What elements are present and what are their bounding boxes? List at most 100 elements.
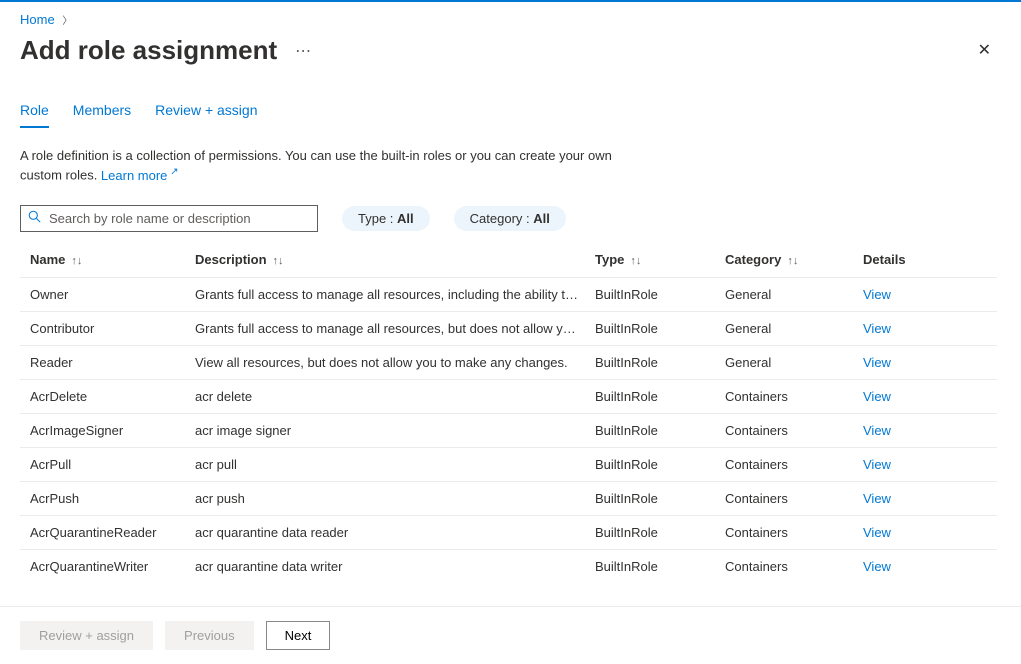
more-actions-icon[interactable]: ⋯ <box>295 41 312 61</box>
column-header-category-label: Category <box>725 252 781 267</box>
description-text: A role definition is a collection of per… <box>20 129 640 195</box>
view-link[interactable]: View <box>863 559 891 574</box>
table-row[interactable]: AcrImageSigneracr image signerBuiltInRol… <box>20 414 997 448</box>
search-box <box>20 205 318 232</box>
table-row[interactable]: AcrQuarantineWriteracr quarantine data w… <box>20 550 997 578</box>
tab-members[interactable]: Members <box>73 96 131 128</box>
cell-name: AcrImageSigner <box>30 423 195 438</box>
cell-description: acr quarantine data writer <box>195 559 595 574</box>
cell-name: Reader <box>30 355 195 370</box>
sort-icon: ↑↓ <box>787 255 798 267</box>
view-link[interactable]: View <box>863 321 891 336</box>
column-header-type[interactable]: Type ↑↓ <box>595 252 725 267</box>
cell-description: View all resources, but does not allow y… <box>195 355 595 370</box>
main-scroll-area[interactable]: Role Members Review + assign A role defi… <box>0 78 1021 578</box>
cell-name: AcrQuarantineReader <box>30 525 195 540</box>
page-header: Add role assignment ⋯ ✕ <box>0 31 1021 78</box>
cell-description: acr push <box>195 491 595 506</box>
view-link[interactable]: View <box>863 287 891 302</box>
view-link[interactable]: View <box>863 423 891 438</box>
breadcrumb-home[interactable]: Home <box>20 12 55 27</box>
sort-icon: ↑↓ <box>630 255 641 267</box>
cell-category: General <box>725 287 863 302</box>
cell-name: AcrQuarantineWriter <box>30 559 195 574</box>
table-row[interactable]: ReaderView all resources, but does not a… <box>20 346 997 380</box>
cell-category: General <box>725 355 863 370</box>
cell-name: Owner <box>30 287 195 302</box>
filter-row: Type : All Category : All <box>20 195 997 248</box>
table-row[interactable]: AcrDeleteacr deleteBuiltInRoleContainers… <box>20 380 997 414</box>
chevron-right-icon: 〉 <box>62 16 72 27</box>
column-header-name[interactable]: Name ↑↓ <box>30 252 195 267</box>
external-link-icon: ↗ <box>167 166 178 177</box>
cell-type: BuiltInRole <box>595 321 725 336</box>
sort-icon: ↑↓ <box>71 255 82 267</box>
view-link[interactable]: View <box>863 457 891 472</box>
cell-category: Containers <box>725 525 863 540</box>
tab-role[interactable]: Role <box>20 96 49 128</box>
view-link[interactable]: View <box>863 389 891 404</box>
filter-category-label: Category : <box>470 211 534 226</box>
view-link[interactable]: View <box>863 525 891 540</box>
cell-name: AcrDelete <box>30 389 195 404</box>
cell-type: BuiltInRole <box>595 423 725 438</box>
horizontal-scrollbar[interactable] <box>0 650 1021 664</box>
cell-category: General <box>725 321 863 336</box>
tab-bar: Role Members Review + assign <box>20 78 997 129</box>
table-row[interactable]: OwnerGrants full access to manage all re… <box>20 278 997 312</box>
table-row[interactable]: AcrPullacr pullBuiltInRoleContainersView <box>20 448 997 482</box>
view-link[interactable]: View <box>863 355 891 370</box>
filter-category-value: All <box>533 211 550 226</box>
cell-description: Grants full access to manage all resourc… <box>195 321 595 336</box>
cell-category: Containers <box>725 559 863 574</box>
tab-review-assign[interactable]: Review + assign <box>155 96 257 128</box>
column-header-details-label: Details <box>863 252 906 267</box>
cell-type: BuiltInRole <box>595 457 725 472</box>
cell-type: BuiltInRole <box>595 559 725 574</box>
cell-description: acr pull <box>195 457 595 472</box>
learn-more-link[interactable]: Learn more ↗ <box>101 168 179 183</box>
table-row[interactable]: ContributorGrants full access to manage … <box>20 312 997 346</box>
cell-type: BuiltInRole <box>595 525 725 540</box>
role-table: Name ↑↓ Description ↑↓ Type ↑↓ Category ↑↓ D… <box>20 248 997 578</box>
table-row[interactable]: AcrQuarantineReaderacr quarantine data r… <box>20 516 997 550</box>
cell-name: AcrPush <box>30 491 195 506</box>
cell-description: acr quarantine data reader <box>195 525 595 540</box>
breadcrumb: Home 〉 <box>0 2 1021 31</box>
sort-icon: ↑↓ <box>273 255 284 267</box>
next-button[interactable]: Next <box>266 621 331 650</box>
cell-description: acr delete <box>195 389 595 404</box>
column-header-type-label: Type <box>595 252 624 267</box>
cell-description: acr image signer <box>195 423 595 438</box>
column-header-description-label: Description <box>195 252 267 267</box>
filter-category-pill[interactable]: Category : All <box>454 206 566 231</box>
footer-bar: Review + assign Previous Next <box>0 606 1021 650</box>
page-title: Add role assignment <box>20 35 277 66</box>
column-header-details: Details <box>863 252 987 267</box>
filter-type-label: Type : <box>358 211 397 226</box>
learn-more-label: Learn more <box>101 168 167 183</box>
cell-category: Containers <box>725 423 863 438</box>
view-link[interactable]: View <box>863 491 891 506</box>
search-input[interactable] <box>20 205 318 232</box>
previous-button: Previous <box>165 621 254 650</box>
cell-category: Containers <box>725 491 863 506</box>
cell-type: BuiltInRole <box>595 389 725 404</box>
column-header-category[interactable]: Category ↑↓ <box>725 252 863 267</box>
cell-type: BuiltInRole <box>595 491 725 506</box>
close-icon[interactable]: ✕ <box>968 37 1001 65</box>
table-header-row: Name ↑↓ Description ↑↓ Type ↑↓ Category ↑↓ D… <box>20 248 997 278</box>
column-header-name-label: Name <box>30 252 65 267</box>
cell-type: BuiltInRole <box>595 355 725 370</box>
cell-name: Contributor <box>30 321 195 336</box>
filter-type-value: All <box>397 211 414 226</box>
filter-type-pill[interactable]: Type : All <box>342 206 430 231</box>
table-row[interactable]: AcrPushacr pushBuiltInRoleContainersView <box>20 482 997 516</box>
cell-category: Containers <box>725 457 863 472</box>
table-body: OwnerGrants full access to manage all re… <box>20 278 997 578</box>
cell-type: BuiltInRole <box>595 287 725 302</box>
cell-name: AcrPull <box>30 457 195 472</box>
column-header-description[interactable]: Description ↑↓ <box>195 252 595 267</box>
cell-description: Grants full access to manage all resourc… <box>195 287 595 302</box>
cell-category: Containers <box>725 389 863 404</box>
